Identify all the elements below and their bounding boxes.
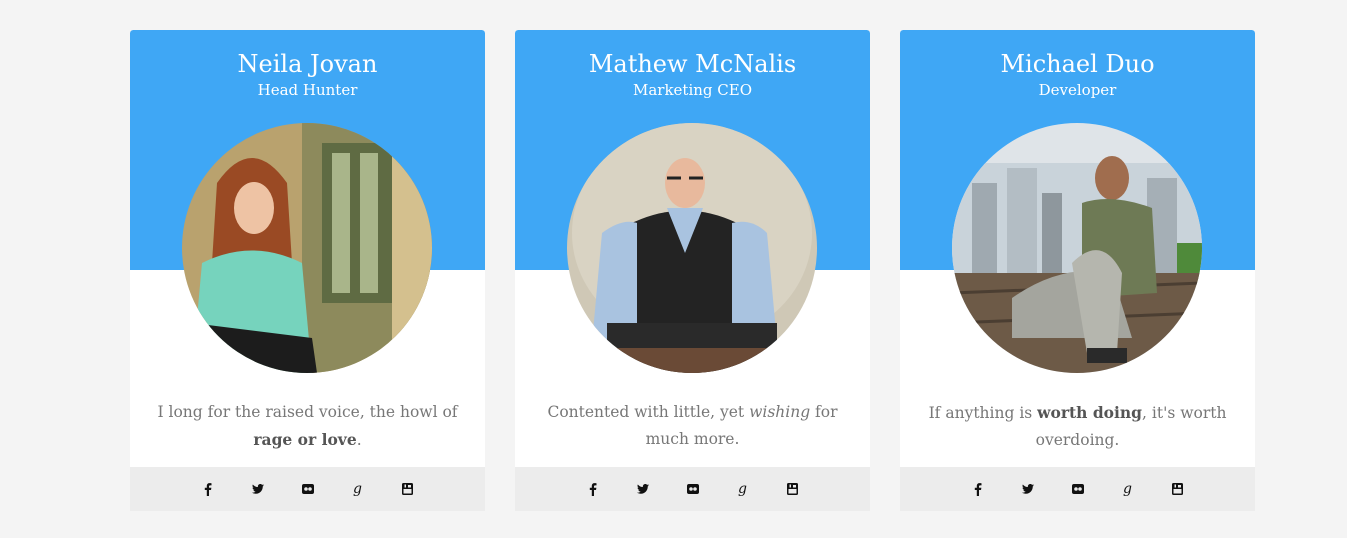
- member-photo: [952, 123, 1202, 373]
- youtube-icon[interactable]: [783, 479, 803, 499]
- team-card: Mathew McNalis Marketing CEO Contented w…: [515, 30, 870, 511]
- member-photo: [567, 123, 817, 373]
- twitter-icon[interactable]: [633, 479, 653, 499]
- facebook-icon[interactable]: [198, 479, 218, 499]
- facebook-icon[interactable]: [968, 479, 988, 499]
- flickr-icon[interactable]: [298, 479, 318, 499]
- google-plus-icon[interactable]: g: [1118, 479, 1138, 499]
- team-cards: Neila Jovan Head Hunter I long for the r…: [130, 30, 1255, 511]
- member-quote: Contented with little, yet wishing for m…: [547, 403, 838, 448]
- social-bar: g: [515, 467, 870, 511]
- member-quote: I long for the raised voice, the howl of…: [157, 403, 458, 449]
- member-photo: [182, 123, 432, 373]
- twitter-icon[interactable]: [1018, 479, 1038, 499]
- flickr-icon[interactable]: [1068, 479, 1088, 499]
- youtube-icon[interactable]: [398, 479, 418, 499]
- member-name: Michael Duo: [1000, 50, 1155, 78]
- member-role: Head Hunter: [257, 81, 358, 99]
- google-plus-icon[interactable]: g: [733, 479, 753, 499]
- social-bar: g: [900, 467, 1255, 511]
- member-name: Neila Jovan: [237, 50, 378, 78]
- google-plus-icon[interactable]: g: [348, 479, 368, 499]
- flickr-icon[interactable]: [683, 479, 703, 499]
- quote-emphasis: worth doing: [1037, 403, 1143, 422]
- twitter-icon[interactable]: [248, 479, 268, 499]
- quote-emphasis: wishing: [749, 403, 811, 421]
- member-role: Developer: [1038, 81, 1117, 99]
- quote-emphasis: rage or love: [253, 430, 357, 449]
- team-card: Neila Jovan Head Hunter I long for the r…: [130, 30, 485, 511]
- member-quote: If anything is worth doing, it's worth o…: [928, 403, 1227, 449]
- social-bar: g: [130, 467, 485, 511]
- facebook-icon[interactable]: [583, 479, 603, 499]
- member-role: Marketing CEO: [632, 81, 753, 99]
- team-card: Michael Duo Developer If anything is wor…: [900, 30, 1255, 511]
- youtube-icon[interactable]: [1168, 479, 1188, 499]
- member-name: Mathew McNalis: [588, 50, 797, 78]
